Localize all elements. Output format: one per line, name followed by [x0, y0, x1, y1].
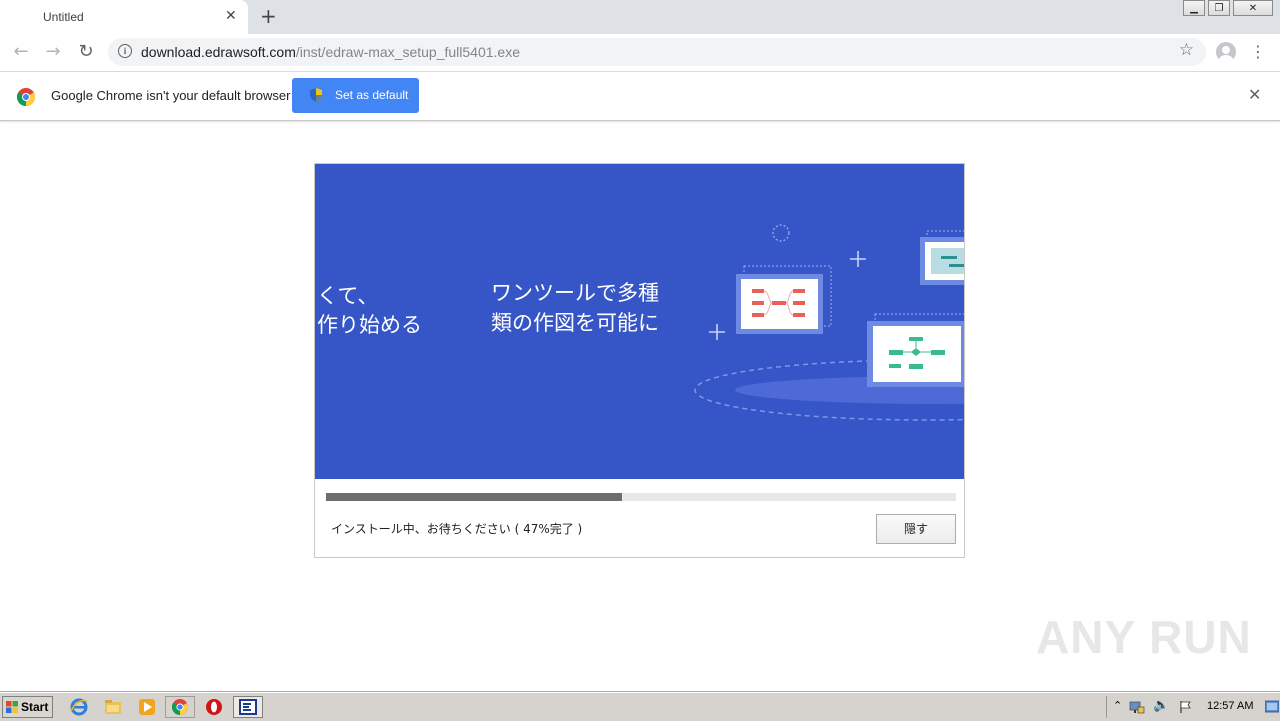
- profile-avatar-icon[interactable]: [1216, 42, 1236, 62]
- banner-text-right-line2: 類の作図を可能に: [491, 311, 659, 335]
- edraw-installer-icon: [239, 699, 257, 715]
- bookmark-star-icon[interactable]: ☆: [1179, 40, 1194, 60]
- ie-icon[interactable]: [69, 697, 89, 717]
- set-as-default-label: Set as default: [335, 88, 409, 102]
- system-tray: ⌃ 🔈 12:57 AM: [1106, 696, 1280, 718]
- installer-dialog: くて、 作り始める ワンツールで多種 類の作図を可能に インストール中、お待ちく…: [314, 163, 965, 558]
- media-player-icon[interactable]: [137, 697, 157, 717]
- diagram-illustration: [694, 224, 964, 421]
- chrome-icon: [172, 699, 188, 715]
- close-window-button[interactable]: ✕: [1233, 0, 1273, 16]
- new-tab-button[interactable]: +: [260, 4, 277, 28]
- banner-text-right-line1: ワンツールで多種: [491, 281, 659, 305]
- edraw-taskbar-button[interactable]: [233, 696, 263, 718]
- install-progress-bar: [326, 493, 956, 501]
- opera-icon[interactable]: [204, 697, 224, 717]
- banner-text-left: くて、 作り始める: [317, 284, 422, 337]
- anyrun-watermark: ANY RUN: [1036, 611, 1252, 663]
- tab-title: Untitled: [43, 10, 84, 24]
- url-host: download.edrawsoft.com: [141, 44, 296, 60]
- action-center-flag-icon[interactable]: [1179, 700, 1193, 714]
- url-path: /inst/edraw-max_setup_full5401.exe: [295, 44, 521, 60]
- reload-button[interactable]: ↻: [74, 40, 98, 64]
- infobar-close-icon[interactable]: ✕: [1248, 86, 1261, 104]
- restore-button[interactable]: ❐: [1208, 0, 1230, 16]
- chrome-taskbar-button[interactable]: [165, 696, 195, 718]
- volume-icon[interactable]: 🔈: [1153, 698, 1169, 713]
- address-bar[interactable]: i download.edrawsoft.com/inst/edraw-max_…: [108, 38, 1206, 66]
- taskbar-clock[interactable]: 12:57 AM: [1207, 700, 1253, 712]
- default-browser-infobar: Google Chrome isn't your default browser…: [0, 72, 1280, 121]
- infobar-message: Google Chrome isn't your default browser: [51, 88, 291, 103]
- install-status-text: インストール中、お待ちください ( 47%完了 ): [331, 522, 583, 536]
- show-hidden-icons-icon[interactable]: ⌃: [1113, 699, 1122, 712]
- chrome-logo-icon: [17, 88, 35, 106]
- tab-strip: Untitled ✕ + ▁ ❐ ✕: [0, 0, 1280, 34]
- set-as-default-button[interactable]: Set as default: [292, 78, 419, 113]
- start-button[interactable]: Start: [2, 696, 53, 718]
- info-icon[interactable]: i: [118, 44, 132, 58]
- browser-toolbar: ← → ↻ i download.edrawsoft.com/inst/edra…: [0, 34, 1280, 72]
- chrome-menu-icon[interactable]: ⋮: [1250, 40, 1266, 64]
- network-icon[interactable]: [1129, 700, 1145, 714]
- windows-flag-icon: [6, 701, 18, 713]
- show-desktop-icon[interactable]: [1265, 700, 1279, 714]
- uac-shield-icon: [310, 88, 322, 102]
- back-button[interactable]: ←: [9, 40, 33, 64]
- minimize-button[interactable]: ▁: [1183, 0, 1205, 16]
- forward-button[interactable]: →: [41, 40, 65, 64]
- url-text[interactable]: download.edrawsoft.com/inst/edraw-max_se…: [141, 44, 520, 60]
- start-label: Start: [21, 700, 49, 714]
- windows-taskbar: Start ⌃ 🔈 12:57 AM: [0, 692, 1280, 721]
- banner-text-right: ワンツールで多種 類の作図を可能に: [491, 278, 659, 338]
- browser-tab[interactable]: Untitled ✕: [0, 0, 248, 34]
- install-progress-fill: [326, 493, 623, 501]
- hide-button[interactable]: 隠す: [876, 514, 956, 544]
- folder-icon[interactable]: [103, 697, 123, 717]
- tab-close-icon[interactable]: ✕: [225, 8, 237, 24]
- installer-banner: くて、 作り始める ワンツールで多種 類の作図を可能に: [315, 164, 964, 479]
